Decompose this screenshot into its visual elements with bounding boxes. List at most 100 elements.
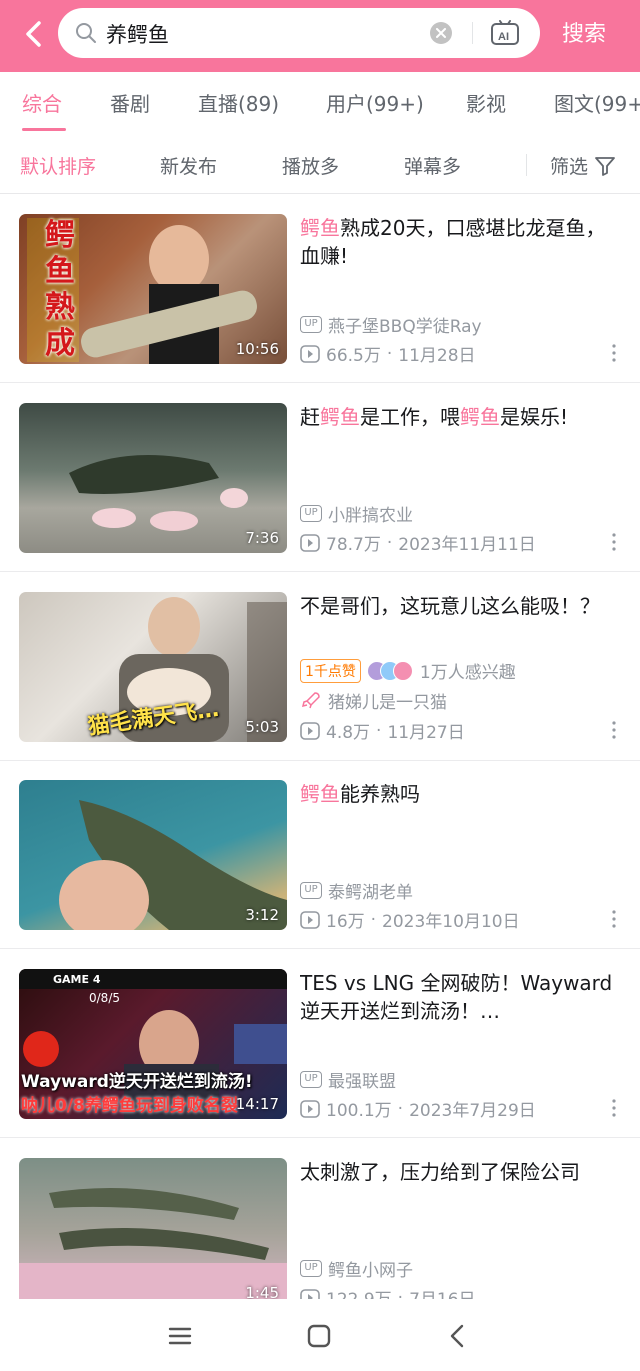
video-title[interactable]: 赶鳄鱼是工作，喂鳄鱼是娱乐! — [300, 403, 620, 431]
video-card[interactable]: 猫毛满天飞… 5:03 不是哥们，这玩意儿这么能吸！？ 1千点赞 1万人感兴趣 … — [0, 572, 640, 761]
view-count: 16万 — [326, 912, 365, 932]
up-badge-icon: UP — [300, 505, 322, 522]
video-title[interactable]: TES vs LNG 全网破防！Wayward逆天开送烂到流汤！… — [300, 969, 620, 1025]
view-count: 100.1万 — [326, 1101, 392, 1121]
video-card[interactable]: 鳄鱼熟成 10:56 鳄鱼熟成20天，口感堪比龙趸鱼，血赚! UP 燕子堡BBQ… — [0, 194, 640, 383]
rocket-icon — [301, 691, 320, 708]
tab-film[interactable]: 影视 — [466, 88, 506, 117]
separator: · — [376, 720, 382, 741]
up-badge-icon: UP — [300, 1071, 322, 1088]
uploader-row[interactable]: UP 泰鳄湖老单 — [300, 878, 413, 903]
uploader-row[interactable]: UP 燕子堡BBQ学徒Ray — [300, 312, 482, 337]
up-badge-icon: UP — [300, 1260, 322, 1277]
separator: · — [370, 909, 377, 930]
system-nav-bar — [0, 1299, 640, 1371]
video-card[interactable]: 7:36 赶鳄鱼是工作，喂鳄鱼是娱乐! UP 小胖搞农业 78.7万 · 202… — [0, 383, 640, 572]
up-badge-icon: UP — [300, 316, 322, 333]
sort-newest[interactable]: 新发布 — [160, 152, 217, 179]
home-button[interactable] — [302, 1319, 336, 1353]
video-thumbnail[interactable]: GAME 4 0/8/5 Wayward逆天开送烂到流汤! 呐儿0/8养鳄鱼玩到… — [19, 969, 287, 1119]
more-icon[interactable] — [606, 1098, 622, 1118]
video-thumbnail[interactable]: 鳄鱼熟成 10:56 — [19, 214, 287, 364]
filter-button[interactable]: 筛选 — [550, 152, 616, 179]
tab-users[interactable]: 用户(99+) — [326, 88, 424, 117]
stats-row: 66.5万 · 11月28日 — [300, 341, 476, 366]
video-duration: 10:56 — [235, 340, 279, 358]
more-icon[interactable] — [606, 343, 622, 363]
search-input[interactable]: 养鳄鱼 AI — [58, 8, 540, 58]
uploader-name: 猪娣儿是一只猫 — [328, 693, 447, 713]
sort-divider — [526, 154, 527, 176]
home-icon — [307, 1324, 331, 1348]
play-icon — [300, 1099, 320, 1118]
back-arrow-icon — [26, 21, 41, 47]
publish-date: 2023年11月11日 — [398, 535, 536, 555]
title-text: 赶 — [300, 405, 320, 429]
video-thumbnail[interactable]: 猫毛满天飞… 5:03 — [19, 592, 287, 742]
ai-icon[interactable]: AI — [490, 19, 520, 47]
play-icon — [300, 721, 320, 740]
video-duration: 3:12 — [245, 906, 279, 924]
tab-indicator — [22, 128, 66, 131]
search-header: 养鳄鱼 AI 搜索 — [0, 0, 640, 72]
separator: · — [386, 343, 393, 364]
uploader-row[interactable]: 猪娣儿是一只猫 — [300, 688, 447, 713]
separator: · — [397, 1287, 404, 1300]
video-thumbnail[interactable]: 1:45 — [19, 1158, 287, 1299]
menu-button[interactable] — [163, 1319, 197, 1353]
more-icon[interactable] — [606, 720, 622, 740]
video-title[interactable]: 鳄鱼熟成20天，口感堪比龙趸鱼，血赚! — [300, 214, 620, 270]
clear-icon[interactable] — [430, 22, 452, 44]
uploader-row[interactable]: UP 最强联盟 — [300, 1067, 396, 1092]
tab-anime[interactable]: 番剧 — [110, 88, 150, 117]
video-card[interactable]: GAME 4 0/8/5 Wayward逆天开送烂到流汤! 呐儿0/8养鳄鱼玩到… — [0, 949, 640, 1138]
video-title[interactable]: 不是哥们，这玩意儿这么能吸！？ — [300, 592, 620, 620]
interest-count: 1万人感兴趣 — [419, 663, 516, 683]
title-highlight: 鳄鱼 — [460, 405, 500, 429]
search-icon — [76, 23, 96, 43]
menu-icon — [168, 1327, 192, 1345]
play-icon — [300, 910, 320, 929]
title-text: 能养熟吗 — [340, 782, 420, 806]
video-thumbnail[interactable]: 7:36 — [19, 403, 287, 553]
search-button[interactable]: 搜索 — [562, 16, 606, 48]
engagement-row: 1千点赞 1万人感兴趣 — [300, 658, 516, 683]
uploader-name: 小胖搞农业 — [328, 506, 413, 526]
publish-date: 11月27日 — [387, 723, 465, 743]
video-thumbnail[interactable]: 3:12 — [19, 780, 287, 930]
tab-live[interactable]: 直播(89) — [198, 88, 279, 117]
video-title[interactable]: 太刺激了，压力给到了保险公司 — [300, 1158, 620, 1186]
video-title[interactable]: 鳄鱼能养熟吗 — [300, 780, 620, 808]
tab-articles[interactable]: 图文(99+ — [554, 88, 640, 117]
sort-default[interactable]: 默认排序 — [20, 152, 96, 179]
video-card[interactable]: 1:45 太刺激了，压力给到了保险公司 UP 鳄鱼小网子 122.9万 · 7月… — [0, 1138, 640, 1299]
video-card[interactable]: 3:12 鳄鱼能养熟吗 UP 泰鳄湖老单 16万 · 2023年10月10日 — [0, 760, 640, 949]
publish-date: 7月16日 — [409, 1285, 475, 1299]
filter-icon — [595, 156, 615, 176]
search-query[interactable]: 养鳄鱼 — [106, 19, 169, 49]
stats-row: 16万 · 2023年10月10日 — [300, 907, 520, 932]
title-highlight: 鳄鱼 — [300, 782, 340, 806]
title-highlight: 鳄鱼 — [300, 216, 340, 240]
video-duration: 1:45 — [245, 1284, 279, 1299]
view-count: 78.7万 — [326, 535, 381, 555]
nav-back-button[interactable] — [440, 1319, 474, 1353]
publish-date: 2023年10月10日 — [382, 912, 520, 932]
thumbnail-caption: 呐儿0/8养鳄鱼玩到身败名裂 — [21, 1096, 238, 1116]
sort-most-played[interactable]: 播放多 — [282, 152, 339, 179]
more-icon[interactable] — [606, 532, 622, 552]
more-icon[interactable] — [606, 909, 622, 929]
filter-label: 筛选 — [550, 156, 589, 178]
title-text: 熟成20天，口感堪比龙趸鱼，血赚! — [300, 216, 606, 268]
play-icon — [300, 344, 320, 363]
uploader-row[interactable]: UP 小胖搞农业 — [300, 501, 413, 526]
sort-most-danmaku[interactable]: 弹幕多 — [404, 152, 461, 179]
up-badge-icon: UP — [300, 882, 322, 899]
tab-general[interactable]: 综合 — [22, 88, 62, 117]
title-text: 是娱乐! — [500, 405, 569, 429]
back-button[interactable] — [14, 14, 54, 54]
result-tabs: 综合 番剧 直播(89) 用户(99+) 影视 图文(99+ — [0, 72, 640, 134]
uploader-row[interactable]: UP 鳄鱼小网子 — [300, 1256, 413, 1281]
thumbnail-caption: Wayward逆天开送烂到流汤! — [21, 1072, 253, 1092]
play-icon — [300, 1288, 320, 1299]
